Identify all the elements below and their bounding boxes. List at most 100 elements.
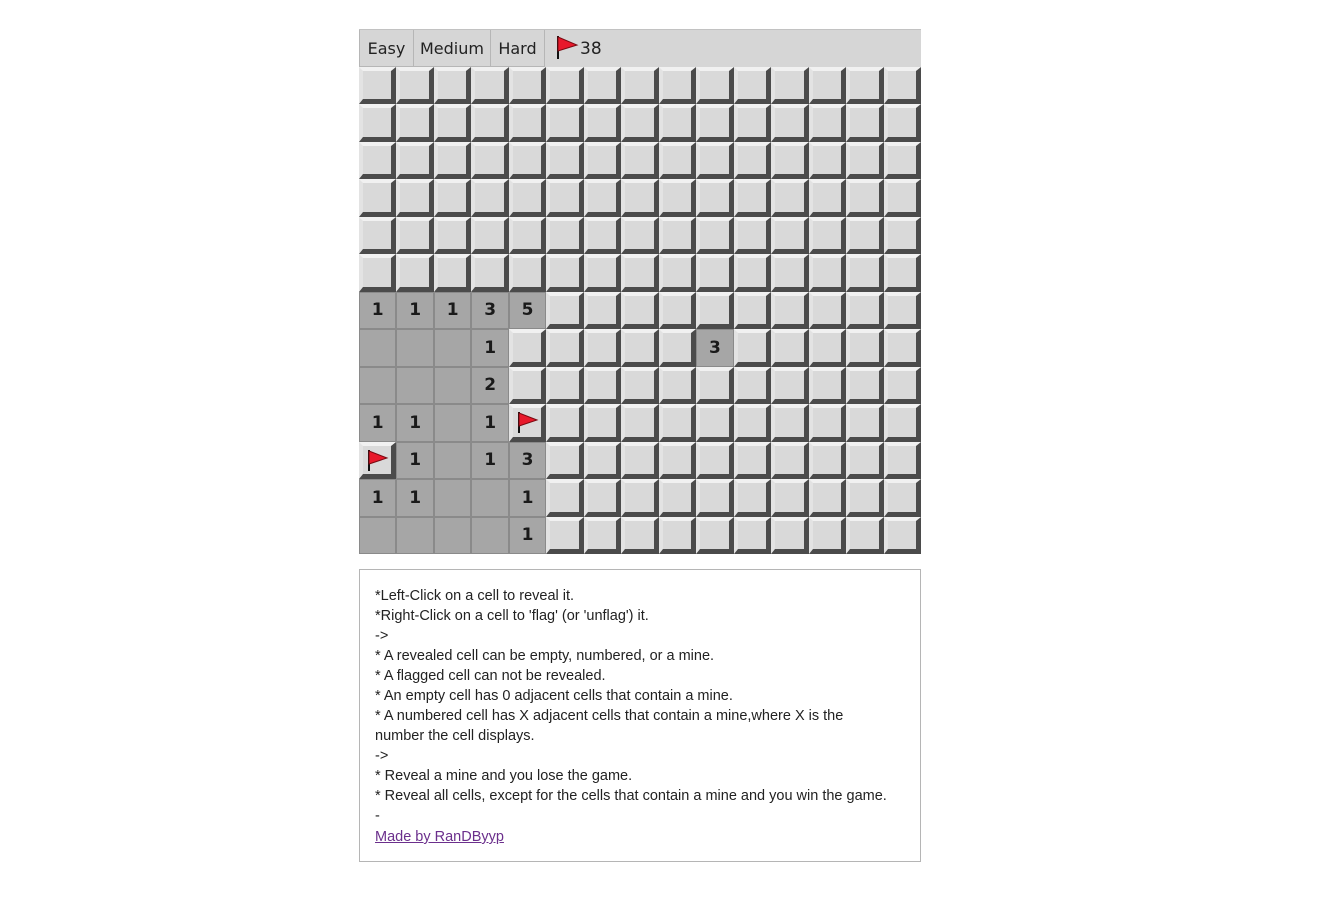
cell-hidden[interactable] — [658, 329, 697, 367]
cell-hidden[interactable] — [733, 441, 772, 480]
cell-hidden[interactable] — [621, 141, 659, 180]
cell-flagged[interactable] — [508, 404, 547, 442]
cell-hidden[interactable] — [846, 291, 884, 330]
cell-hidden[interactable] — [433, 104, 472, 142]
cell-hidden[interactable] — [433, 141, 472, 180]
cell-hidden[interactable] — [808, 216, 847, 255]
cell-hidden[interactable] — [508, 104, 547, 142]
cell-hidden[interactable] — [583, 67, 622, 105]
cell-hidden[interactable] — [621, 67, 659, 105]
cell-hidden[interactable] — [508, 141, 547, 180]
cell-hidden[interactable] — [508, 329, 547, 367]
cell-hidden[interactable] — [621, 104, 659, 142]
cell-hidden[interactable] — [471, 104, 509, 142]
cell-hidden[interactable] — [846, 104, 884, 142]
cell-hidden[interactable] — [433, 179, 472, 217]
cell-hidden[interactable] — [883, 141, 921, 180]
cell-hidden[interactable] — [771, 404, 809, 442]
cell-hidden[interactable] — [883, 516, 921, 554]
cell-hidden[interactable] — [621, 516, 659, 554]
cell-hidden[interactable] — [733, 404, 772, 442]
cell-hidden[interactable] — [396, 104, 434, 142]
cell-hidden[interactable] — [433, 216, 472, 255]
cell-hidden[interactable] — [733, 329, 772, 367]
cell-hidden[interactable] — [621, 366, 659, 405]
cell-hidden[interactable] — [771, 329, 809, 367]
cell-hidden[interactable] — [846, 216, 884, 255]
cell-hidden[interactable] — [433, 67, 472, 105]
cell-hidden[interactable] — [546, 479, 584, 517]
cell-hidden[interactable] — [621, 291, 659, 330]
cell-hidden[interactable] — [583, 329, 622, 367]
cell-hidden[interactable] — [696, 104, 734, 142]
cell-hidden[interactable] — [471, 254, 509, 292]
cell-hidden[interactable] — [696, 404, 734, 442]
cell-hidden[interactable] — [621, 329, 659, 367]
cell-hidden[interactable] — [883, 67, 921, 105]
cell-hidden[interactable] — [808, 329, 847, 367]
cell-hidden[interactable] — [583, 366, 622, 405]
cell-hidden[interactable] — [396, 254, 434, 292]
cell-hidden[interactable] — [546, 291, 584, 330]
cell-hidden[interactable] — [846, 179, 884, 217]
cell-hidden[interactable] — [771, 479, 809, 517]
cell-hidden[interactable] — [696, 67, 734, 105]
cell-hidden[interactable] — [696, 179, 734, 217]
cell-hidden[interactable] — [508, 179, 547, 217]
cell-hidden[interactable] — [546, 329, 584, 367]
cell-hidden[interactable] — [883, 104, 921, 142]
cell-hidden[interactable] — [771, 179, 809, 217]
cell-hidden[interactable] — [883, 404, 921, 442]
cell-hidden[interactable] — [771, 254, 809, 292]
cell-hidden[interactable] — [808, 441, 847, 480]
cell-hidden[interactable] — [583, 179, 622, 217]
cell-hidden[interactable] — [396, 141, 434, 180]
cell-hidden[interactable] — [883, 216, 921, 255]
easy-button[interactable]: Easy — [359, 30, 414, 67]
cell-hidden[interactable] — [583, 216, 622, 255]
cell-hidden[interactable] — [771, 141, 809, 180]
cell-hidden[interactable] — [771, 291, 809, 330]
cell-hidden[interactable] — [359, 216, 397, 255]
cell-hidden[interactable] — [359, 179, 397, 217]
cell-hidden[interactable] — [883, 441, 921, 480]
cell-hidden[interactable] — [621, 441, 659, 480]
cell-hidden[interactable] — [846, 441, 884, 480]
cell-hidden[interactable] — [696, 254, 734, 292]
cell-hidden[interactable] — [396, 67, 434, 105]
cell-hidden[interactable] — [883, 366, 921, 405]
cell-hidden[interactable] — [846, 254, 884, 292]
cell-hidden[interactable] — [658, 366, 697, 405]
cell-hidden[interactable] — [846, 516, 884, 554]
cell-hidden[interactable] — [583, 516, 622, 554]
cell-hidden[interactable] — [546, 104, 584, 142]
cell-hidden[interactable] — [546, 366, 584, 405]
cell-hidden[interactable] — [583, 104, 622, 142]
cell-hidden[interactable] — [583, 404, 622, 442]
medium-button[interactable]: Medium — [414, 30, 491, 67]
cell-hidden[interactable] — [696, 366, 734, 405]
cell-hidden[interactable] — [583, 441, 622, 480]
cell-hidden[interactable] — [658, 141, 697, 180]
hard-button[interactable]: Hard — [491, 30, 545, 67]
cell-hidden[interactable] — [658, 216, 697, 255]
cell-hidden[interactable] — [733, 179, 772, 217]
cell-hidden[interactable] — [621, 479, 659, 517]
cell-hidden[interactable] — [771, 366, 809, 405]
cell-hidden[interactable] — [658, 291, 697, 330]
cell-hidden[interactable] — [696, 291, 734, 330]
cell-hidden[interactable] — [808, 67, 847, 105]
cell-hidden[interactable] — [508, 366, 547, 405]
cell-hidden[interactable] — [471, 67, 509, 105]
cell-hidden[interactable] — [696, 141, 734, 180]
credit-link[interactable]: Made by RanDByyp — [375, 827, 504, 847]
cell-hidden[interactable] — [546, 179, 584, 217]
cell-hidden[interactable] — [658, 67, 697, 105]
cell-hidden[interactable] — [696, 516, 734, 554]
cell-hidden[interactable] — [696, 441, 734, 480]
cell-hidden[interactable] — [733, 291, 772, 330]
cell-hidden[interactable] — [733, 479, 772, 517]
cell-hidden[interactable] — [846, 329, 884, 367]
cell-hidden[interactable] — [883, 291, 921, 330]
cell-hidden[interactable] — [883, 179, 921, 217]
